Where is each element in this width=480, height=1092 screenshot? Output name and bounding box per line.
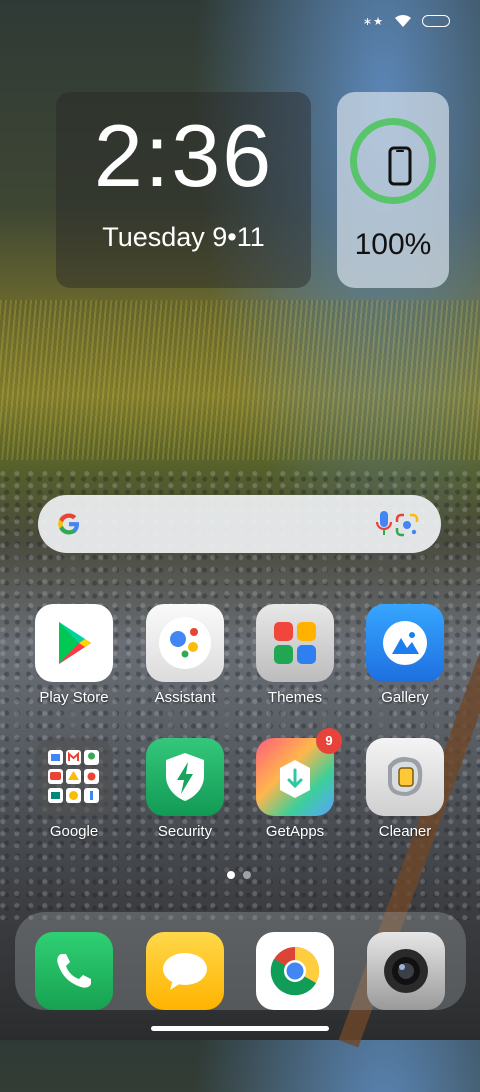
phone-device-icon bbox=[388, 146, 412, 186]
battery-ring bbox=[350, 118, 436, 204]
messages-icon[interactable] bbox=[146, 932, 224, 1010]
page-dot-active bbox=[227, 871, 235, 879]
app-label: Gallery bbox=[381, 689, 429, 706]
app-getapps[interactable]: 9 GetApps bbox=[240, 728, 350, 840]
cleaner-icon bbox=[366, 738, 444, 816]
app-assistant[interactable]: Assistant bbox=[130, 604, 240, 706]
getapps-icon: 9 bbox=[256, 728, 342, 816]
clock-date: Tuesday 9•11 bbox=[102, 222, 265, 252]
status-bar: ∗★ bbox=[363, 14, 450, 28]
app-cleaner[interactable]: Cleaner bbox=[350, 738, 460, 840]
notification-badge: 9 bbox=[316, 728, 342, 754]
app-label: Cleaner bbox=[378, 823, 432, 840]
wifi-icon bbox=[395, 14, 411, 27]
app-gallery[interactable]: Gallery bbox=[350, 604, 460, 706]
app-label: GetApps bbox=[265, 823, 325, 840]
page-dot bbox=[243, 871, 251, 879]
lens-icon[interactable] bbox=[394, 512, 420, 538]
clock-time: 2:36 bbox=[93, 106, 274, 205]
home-indicator[interactable] bbox=[151, 1026, 329, 1031]
app-label: Play Store bbox=[39, 689, 109, 706]
mic-icon[interactable] bbox=[374, 509, 394, 539]
phone-icon[interactable] bbox=[35, 932, 113, 1010]
dock bbox=[15, 912, 466, 1010]
app-label: Google bbox=[49, 823, 99, 840]
battery-widget[interactable]: 100% bbox=[337, 92, 449, 288]
app-google-folder[interactable]: Google bbox=[19, 738, 129, 840]
app-themes[interactable]: Themes bbox=[240, 604, 350, 706]
gallery-icon bbox=[366, 604, 444, 682]
app-label: Security bbox=[157, 823, 213, 840]
play-store-icon bbox=[35, 604, 113, 682]
notification-icons: ∗★ bbox=[362, 15, 384, 28]
google-folder-icon bbox=[35, 738, 113, 816]
camera-icon[interactable] bbox=[367, 932, 445, 1010]
assistant-icon bbox=[146, 604, 224, 682]
google-search-bar[interactable] bbox=[38, 495, 441, 553]
wallpaper-grass bbox=[0, 300, 480, 460]
battery-percent: 100% bbox=[354, 228, 432, 261]
clock-widget[interactable]: 2:36 Tuesday 9•11 bbox=[56, 92, 311, 288]
themes-icon bbox=[256, 604, 334, 682]
security-icon bbox=[146, 738, 224, 816]
battery-icon bbox=[422, 15, 450, 27]
app-label: Themes bbox=[267, 689, 323, 706]
app-security[interactable]: Security bbox=[130, 738, 240, 840]
app-play-store[interactable]: Play Store bbox=[19, 604, 129, 706]
chrome-icon[interactable] bbox=[256, 932, 334, 1010]
app-label: Assistant bbox=[154, 689, 216, 706]
google-g-icon bbox=[58, 513, 79, 535]
page-indicator bbox=[227, 871, 251, 879]
